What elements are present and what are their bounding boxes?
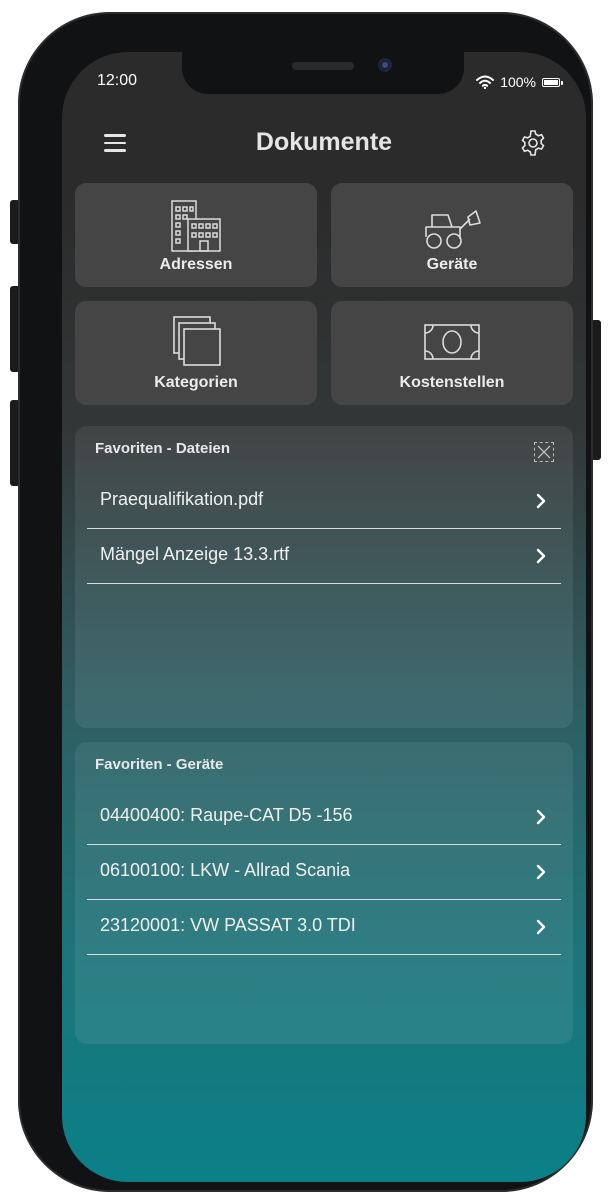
buildings-icon bbox=[171, 200, 221, 252]
chevron-right-icon bbox=[536, 548, 546, 564]
page-title: Dokumente bbox=[255, 128, 393, 156]
loader-vehicle-icon bbox=[425, 210, 481, 249]
speaker bbox=[292, 62, 354, 70]
list-item-label: 23120001: VW PASSAT 3.0 TDI bbox=[100, 915, 356, 935]
tile-kostenstellen[interactable]: Kostenstellen bbox=[331, 301, 573, 405]
favorites-files-panel: Favoriten - Dateien Praequalifikation.pd… bbox=[75, 426, 573, 728]
notch bbox=[182, 52, 464, 94]
wifi-icon bbox=[476, 75, 495, 89]
status-time: 12:00 bbox=[97, 72, 138, 89]
gear-icon[interactable] bbox=[518, 128, 548, 158]
chevron-right-icon bbox=[536, 919, 546, 935]
front-camera bbox=[378, 58, 392, 72]
tile-adressen[interactable]: Adressen bbox=[75, 183, 317, 287]
tile-label: Kategorien bbox=[154, 374, 238, 391]
tile-kategorien[interactable]: Kategorien bbox=[75, 301, 317, 405]
chevron-right-icon bbox=[536, 864, 546, 880]
battery-percentage: 100% bbox=[500, 74, 536, 90]
list-item-label: 04400400: Raupe-CAT D5 -156 bbox=[100, 805, 353, 825]
chevron-right-icon bbox=[536, 809, 546, 825]
phone-frame: 12:00 100% Dokumente Adressen Geräte Kat… bbox=[18, 12, 593, 1192]
list-item[interactable]: Mängel Anzeige 13.3.rtf bbox=[87, 529, 561, 584]
tile-label: Adressen bbox=[159, 256, 233, 273]
stacked-squares-icon bbox=[173, 316, 221, 366]
favorites-devices-list: 04400400: Raupe-CAT D5 -156 06100100: LK… bbox=[87, 790, 561, 955]
favorites-devices-panel: Favoriten - Geräte 04400400: Raupe-CAT D… bbox=[75, 742, 573, 1044]
chevron-right-icon bbox=[536, 493, 546, 509]
screen: 12:00 100% Dokumente Adressen Geräte Kat… bbox=[62, 52, 586, 1182]
tile-geraete[interactable]: Geräte bbox=[331, 183, 573, 287]
app-header: Dokumente bbox=[62, 122, 586, 167]
banknote-icon bbox=[424, 324, 480, 360]
favorites-files-list: Praequalifikation.pdf Mängel Anzeige 13.… bbox=[87, 474, 561, 584]
battery-icon bbox=[542, 77, 563, 87]
tile-label: Geräte bbox=[426, 256, 478, 273]
list-item-label: Mängel Anzeige 13.3.rtf bbox=[100, 544, 290, 564]
list-item-label: 06100100: LKW - Allrad Scania bbox=[100, 860, 351, 880]
close-icon[interactable] bbox=[534, 442, 554, 462]
panel-title: Favoriten - Dateien bbox=[95, 440, 231, 457]
list-item[interactable]: 04400400: Raupe-CAT D5 -156 bbox=[87, 790, 561, 845]
panel-title: Favoriten - Geräte bbox=[95, 756, 224, 773]
status-indicators: 100% bbox=[476, 74, 563, 90]
list-item[interactable]: Praequalifikation.pdf bbox=[87, 474, 561, 529]
list-item[interactable]: 06100100: LKW - Allrad Scania bbox=[87, 845, 561, 900]
list-item[interactable]: 23120001: VW PASSAT 3.0 TDI bbox=[87, 900, 561, 955]
tile-label: Kostenstellen bbox=[399, 374, 505, 391]
list-item-label: Praequalifikation.pdf bbox=[100, 489, 264, 509]
